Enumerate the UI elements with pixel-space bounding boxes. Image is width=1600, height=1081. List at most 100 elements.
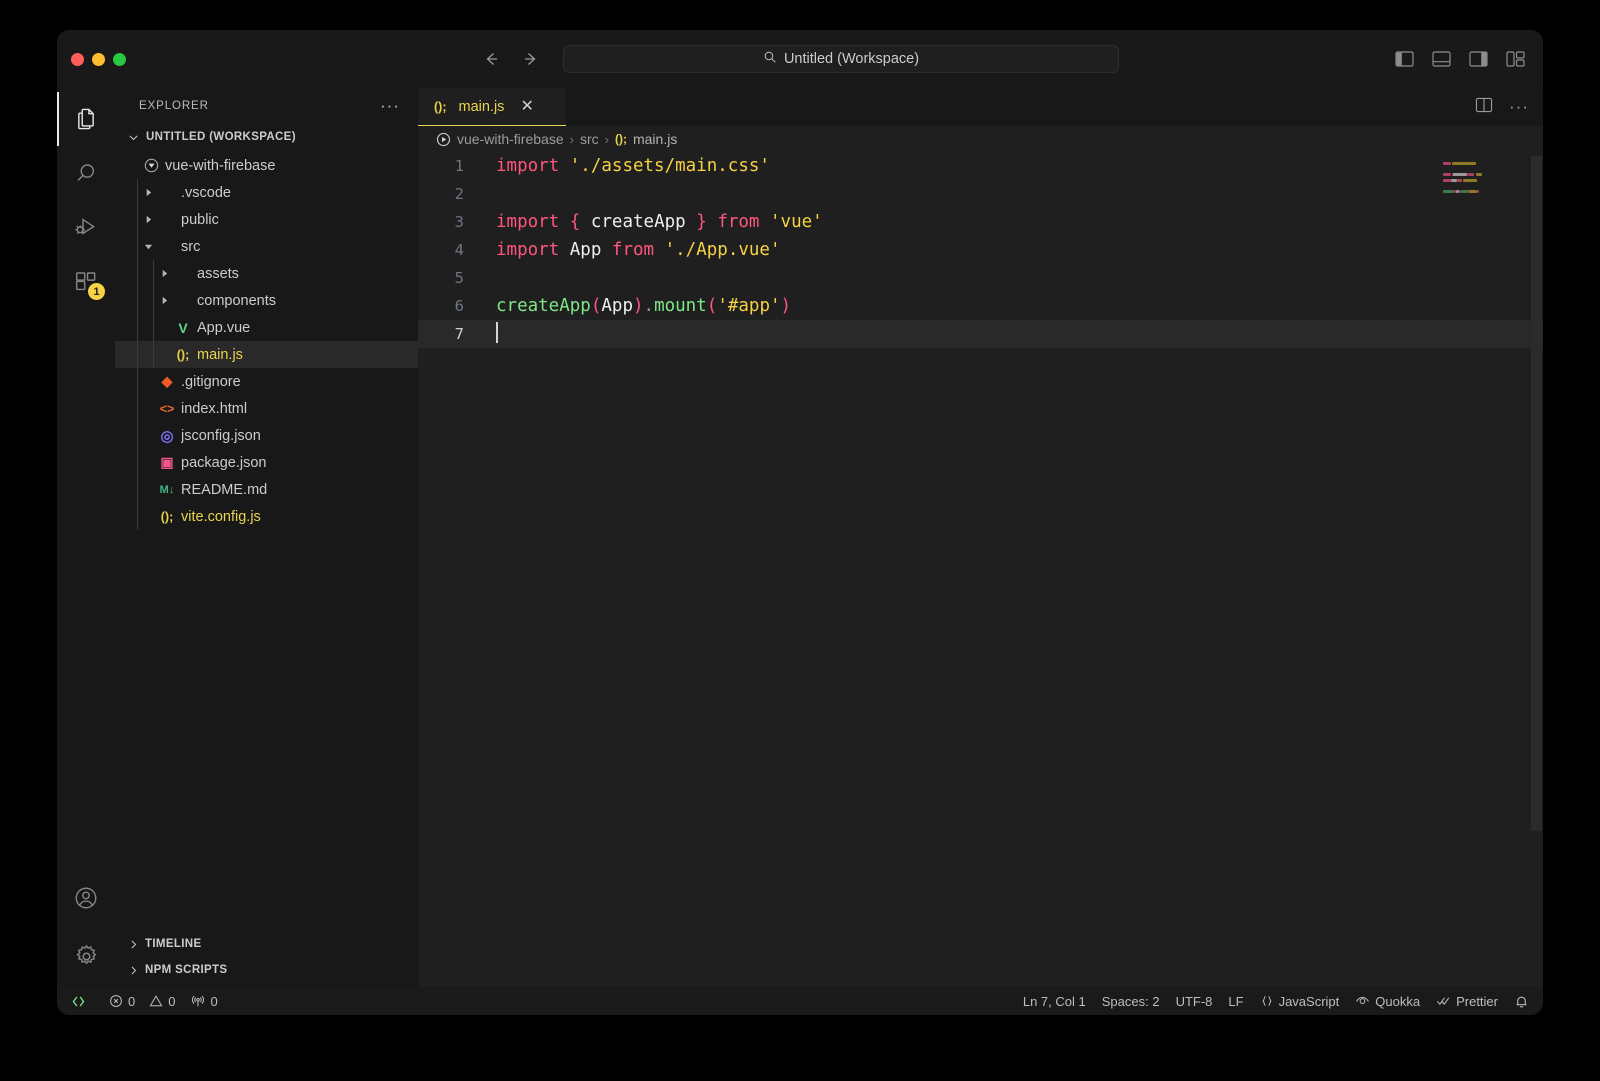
indent-guide — [153, 260, 154, 287]
tree-item-index-html[interactable]: <> index.html — [115, 395, 418, 422]
activitybar-item-extensions[interactable]: 1 — [57, 254, 115, 308]
command-center[interactable]: Untitled (Workspace) — [563, 45, 1119, 73]
tree-item-vscode[interactable]: .vscode — [115, 179, 418, 206]
toggle-secondary-sidebar-icon[interactable] — [1469, 51, 1488, 68]
tree-item-vue-with-firebase[interactable]: vue-with-firebase — [115, 152, 418, 179]
status-prettier[interactable]: Prettier — [1428, 987, 1506, 1015]
indent-guide — [137, 395, 138, 422]
minimize-window-button[interactable] — [92, 52, 105, 66]
close-icon[interactable]: ✕ — [520, 99, 533, 115]
close-window-button[interactable] — [71, 52, 84, 66]
run-play-icon[interactable] — [436, 132, 451, 147]
npm-scripts-section-header[interactable]: NPM SCRIPTS — [115, 957, 418, 983]
indent-guide — [137, 206, 138, 233]
activitybar-item-accounts[interactable] — [57, 871, 115, 925]
status-ports[interactable]: 0 — [183, 987, 225, 1015]
toggle-panel-icon[interactable] — [1432, 51, 1451, 68]
tree-item-main-js[interactable]: (); main.js — [115, 341, 418, 368]
breadcrumb-item-folder[interactable]: src — [580, 131, 599, 147]
tree-item-src[interactable]: src — [115, 233, 418, 260]
javascript-file-icon: (); — [614, 132, 627, 146]
tree-item-public[interactable]: public — [115, 206, 418, 233]
status-editor-position[interactable]: Ln 7, Col 1 — [1015, 987, 1094, 1015]
status-editor-eol[interactable]: LF — [1220, 987, 1251, 1015]
command-center-label: Untitled (Workspace) — [783, 51, 920, 67]
code-line[interactable]: 4 import App from './App.vue' — [418, 236, 1543, 264]
code-line-text: import { createApp } from 'vue' — [480, 208, 823, 236]
maximize-window-button[interactable] — [113, 52, 126, 66]
tree-item-label: App.vue — [197, 319, 251, 336]
activitybar-item-run-and-debug[interactable] — [57, 200, 115, 254]
tree-item-vite-config-js[interactable]: (); vite.config.js — [115, 503, 418, 530]
tree-item-readme-md[interactable]: M↓ README.md — [115, 476, 418, 503]
html-file-icon: <> — [159, 401, 175, 416]
minimap-token — [1469, 190, 1477, 193]
editor-tab-bar: (); main.js ✕ ··· — [418, 88, 1543, 126]
indent-guide — [137, 233, 138, 260]
status-editor-encoding[interactable]: UTF-8 — [1168, 987, 1221, 1015]
status-notifications[interactable] — [1506, 987, 1531, 1015]
editor-minimap[interactable] — [1443, 162, 1529, 206]
tree-item-gitignore[interactable]: ◆ .gitignore — [115, 368, 418, 395]
checkmarks-icon — [1436, 994, 1451, 1008]
split-editor-right-icon[interactable] — [1475, 97, 1493, 118]
code-line[interactable]: 7 — [418, 320, 1543, 348]
status-quokka[interactable]: Quokka — [1347, 987, 1428, 1015]
workspace-section-header[interactable]: UNTITLED (WORKSPACE) — [115, 124, 418, 150]
indent-guide — [137, 314, 138, 341]
code-line[interactable]: 5 — [418, 264, 1543, 292]
activitybar-item-search[interactable] — [57, 146, 115, 200]
status-language-label: JavaScript — [1278, 993, 1340, 1009]
sidebar-collapsed-sections: TIMELINE NPM SCRIPTS — [115, 931, 418, 987]
activitybar-item-explorer[interactable] — [57, 92, 115, 146]
chevron-right-icon — [125, 936, 141, 952]
minimap-token — [1450, 178, 1457, 182]
code-line-text: import './assets/main.css' — [480, 152, 770, 180]
code-editor[interactable]: 1 import './assets/main.css' 2 3 import { cr… — [418, 152, 1543, 987]
tree-item-label: vue-with-firebase — [165, 157, 276, 174]
tree-item-label: index.html — [181, 400, 248, 417]
chevron-right-icon — [141, 215, 156, 224]
breadcrumb-item-project[interactable]: vue-with-firebase — [457, 131, 564, 147]
status-problems-errors[interactable]: 0 0 — [101, 987, 183, 1015]
status-editor-indentation[interactable]: Spaces: 2 — [1094, 987, 1168, 1015]
activitybar-item-manage[interactable] — [57, 925, 115, 987]
status-remote-host[interactable] — [65, 987, 101, 1015]
forward-arrow-icon[interactable] — [521, 49, 541, 69]
code-line[interactable]: 3 import { createApp } from 'vue' — [418, 208, 1543, 236]
code-token: ( — [590, 296, 602, 316]
code-line[interactable]: 2 — [418, 180, 1543, 208]
minimap-token — [1476, 190, 1479, 193]
status-prettier-label: Prettier — [1456, 993, 1498, 1009]
back-arrow-icon[interactable] — [481, 49, 501, 69]
tree-item-jsconfig-json[interactable]: ◎ jsconfig.json — [115, 422, 418, 449]
editor-vertical-scrollbar[interactable] — [1529, 152, 1543, 987]
layout-controls — [1395, 51, 1525, 68]
breadcrumb-item-file[interactable]: main.js — [633, 131, 677, 147]
markdown-file-icon: M↓ — [159, 483, 175, 496]
title-bar: Untitled (Workspace) — [57, 30, 1543, 88]
toggle-primary-sidebar-icon[interactable] — [1395, 51, 1414, 68]
scrollbar-thumb[interactable] — [1531, 156, 1542, 831]
timeline-section-header[interactable]: TIMELINE — [115, 931, 418, 957]
minimap-token — [1469, 173, 1475, 177]
tree-item-assets[interactable]: assets — [115, 260, 418, 287]
code-token: ) — [632, 296, 644, 316]
status-eol-label: LF — [1228, 993, 1244, 1009]
editor-tab-main-js[interactable]: (); main.js ✕ — [418, 88, 566, 126]
javascript-file-icon: (); — [434, 100, 447, 114]
radio-tower-icon — [191, 994, 205, 1008]
tree-item-app-vue[interactable]: V App.vue — [115, 314, 418, 341]
vscode-window: Untitled (Workspace) 1 EXPLORER ··· UNTI… — [57, 30, 1543, 1015]
tree-item-components[interactable]: components — [115, 287, 418, 314]
status-editor-language[interactable]: JavaScript — [1252, 987, 1348, 1015]
code-token: import — [496, 212, 560, 232]
customize-layout-icon[interactable] — [1506, 51, 1525, 68]
tree-item-package-json[interactable]: ▣ package.json — [115, 449, 418, 476]
npm-file-icon: ▣ — [160, 454, 174, 470]
eye-icon — [1355, 994, 1370, 1009]
code-line[interactable]: 6 createApp(App).mount('#app') — [418, 292, 1543, 320]
window-traffic-lights — [71, 52, 126, 66]
code-line[interactable]: 1 import './assets/main.css' — [418, 152, 1543, 180]
